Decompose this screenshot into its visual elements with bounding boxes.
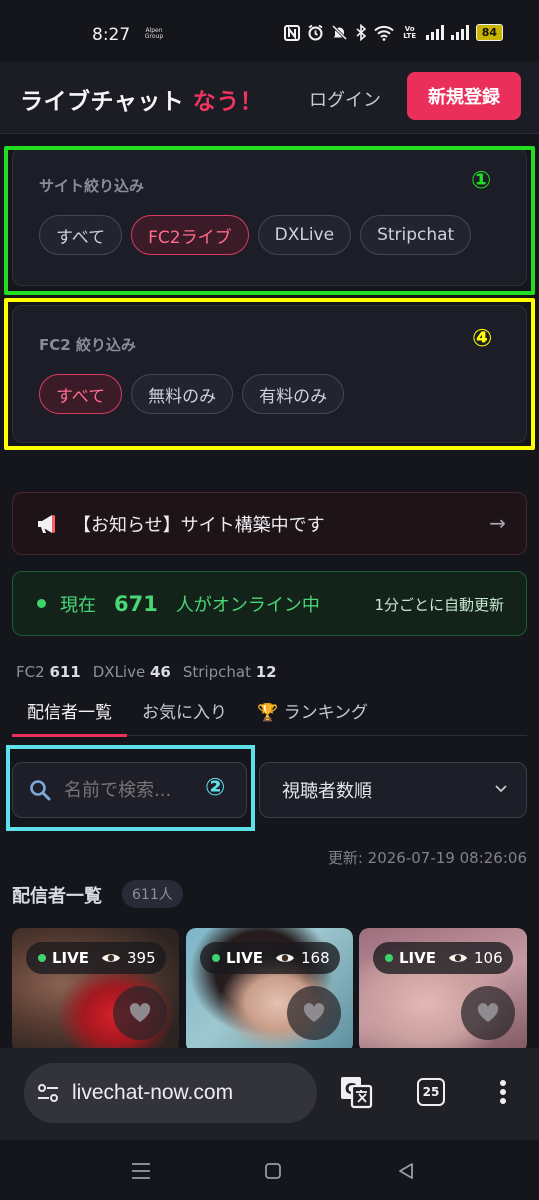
online-dot-icon <box>37 599 46 608</box>
sort-selected-value: 視聴者数順 <box>282 781 372 802</box>
translate-icon: G <box>341 1077 373 1109</box>
live-label: LIVE <box>52 949 89 967</box>
back-button[interactable] <box>391 1156 421 1186</box>
status-bar: 8:27 Alpen Group Vo LTE 84 <box>0 0 539 62</box>
home-button[interactable] <box>258 1156 288 1186</box>
heart-icon <box>303 1003 325 1022</box>
logo-accent-text: なう！ <box>192 89 264 115</box>
updated-timestamp: 更新: 2026-07-19 08:26:06 <box>327 849 527 867</box>
tab-ranking[interactable]: 🏆 ランキング <box>242 690 383 736</box>
online-suffix: 人がオンライン中 <box>175 594 320 616</box>
signup-button[interactable]: 新規登録 <box>407 72 521 120</box>
annotation-number-1: ① <box>471 166 492 194</box>
broadcaster-card[interactable]: LIVE 168 <box>186 928 353 1053</box>
notice-banner[interactable]: 【お知らせ】サイト構築中です → <box>12 492 527 555</box>
tab-switcher-button[interactable]: 25 <box>413 1074 449 1110</box>
live-label: LIVE <box>399 949 436 967</box>
fc2-filter-annotation-box <box>4 298 535 450</box>
volte-indicator: Vo LTE <box>403 24 417 40</box>
live-dot-icon <box>385 954 393 962</box>
favorite-button[interactable] <box>113 986 167 1040</box>
status-icons: Vo LTE 84 <box>283 24 503 41</box>
annotation-number-2: ② <box>205 773 226 801</box>
system-nav-bar <box>0 1140 539 1200</box>
status-time: 8:27 <box>92 25 131 45</box>
wifi-icon <box>373 25 394 41</box>
mute-icon <box>331 24 347 41</box>
more-vertical-icon <box>500 1080 506 1104</box>
list-heading: 配信者一覧 <box>12 886 102 907</box>
signal-icon-2 <box>450 25 469 40</box>
live-label: LIVE <box>226 949 263 967</box>
alarm-icon <box>308 24 323 41</box>
favorite-button[interactable] <box>287 986 341 1040</box>
favorite-button[interactable] <box>461 986 515 1040</box>
viewer-count: 168 <box>301 949 330 967</box>
megaphone-icon <box>38 514 55 533</box>
site-header: ライブチャット なう！ ログイン 新規登録 <box>0 62 539 134</box>
eye-icon <box>102 954 120 962</box>
sort-select[interactable]: 視聴者数順 <box>259 762 527 818</box>
recents-icon <box>132 1163 150 1179</box>
signal-icon <box>425 25 444 40</box>
online-prefix: 現在 <box>60 594 96 616</box>
broadcaster-card[interactable]: LIVE 106 <box>359 928 527 1053</box>
logo-main-text: ライブチャット <box>20 89 185 115</box>
nfc-icon <box>283 24 300 41</box>
bluetooth-icon <box>356 24 366 41</box>
live-badge: LIVE 395 <box>26 942 166 974</box>
annotation-number-4: ④ <box>472 324 493 352</box>
site-logo[interactable]: ライブチャット なう！ <box>20 82 263 116</box>
auto-update-note: 1分ごとに自動更新 <box>374 596 504 614</box>
site-counts: FC2 611 DXLive 46 Stripchat 12 <box>16 663 277 681</box>
live-badge: LIVE 106 <box>373 942 513 974</box>
notice-text: 【お知らせ】サイト構築中です <box>73 514 325 536</box>
site-count-stripchat: Stripchat 12 <box>182 663 277 681</box>
back-icon <box>399 1163 413 1179</box>
viewer-count: 106 <box>474 949 503 967</box>
tab-favorites[interactable]: お気に入り <box>127 690 242 736</box>
viewer-count: 395 <box>127 949 156 967</box>
tab-broadcasters[interactable]: 配信者一覧 <box>12 690 127 737</box>
address-bar[interactable]: livechat-now.com <box>24 1063 317 1123</box>
live-badge: LIVE 168 <box>200 942 340 974</box>
home-icon <box>265 1163 281 1179</box>
site-count-dxlive: DXLive 46 <box>92 663 171 681</box>
arrow-right-icon: → <box>489 511 506 535</box>
list-count-badge: 611人 <box>122 880 183 908</box>
live-dot-icon <box>212 954 220 962</box>
browser-toolbar: livechat-now.com G 25 <box>0 1048 539 1140</box>
site-filter-annotation-box <box>4 146 535 295</box>
site-count-fc2: FC2 611 <box>16 663 81 681</box>
browser-menu-button[interactable] <box>485 1074 521 1110</box>
online-count: 671 <box>114 591 158 616</box>
url-text: livechat-now.com <box>72 1081 234 1104</box>
eye-icon <box>449 954 467 962</box>
broadcaster-card[interactable]: LIVE 395 <box>12 928 179 1053</box>
heart-icon <box>477 1003 499 1022</box>
status-brand-logo: Alpen Group <box>144 27 164 40</box>
content-tabs: 配信者一覧 お気に入り 🏆 ランキング <box>12 690 527 737</box>
battery-indicator: 84 <box>475 24 503 41</box>
tab-count: 25 <box>417 1078 445 1106</box>
site-settings-icon[interactable] <box>36 1081 60 1105</box>
chevron-down-icon <box>495 785 507 793</box>
live-dot-icon <box>38 954 46 962</box>
eye-icon <box>276 954 294 962</box>
heart-icon <box>129 1003 151 1022</box>
online-status-banner: 現在 671 人がオンライン中 1分ごとに自動更新 <box>12 571 527 636</box>
recents-button[interactable] <box>126 1156 156 1186</box>
translate-button[interactable]: G <box>338 1074 374 1110</box>
login-link[interactable]: ログイン <box>309 86 381 112</box>
